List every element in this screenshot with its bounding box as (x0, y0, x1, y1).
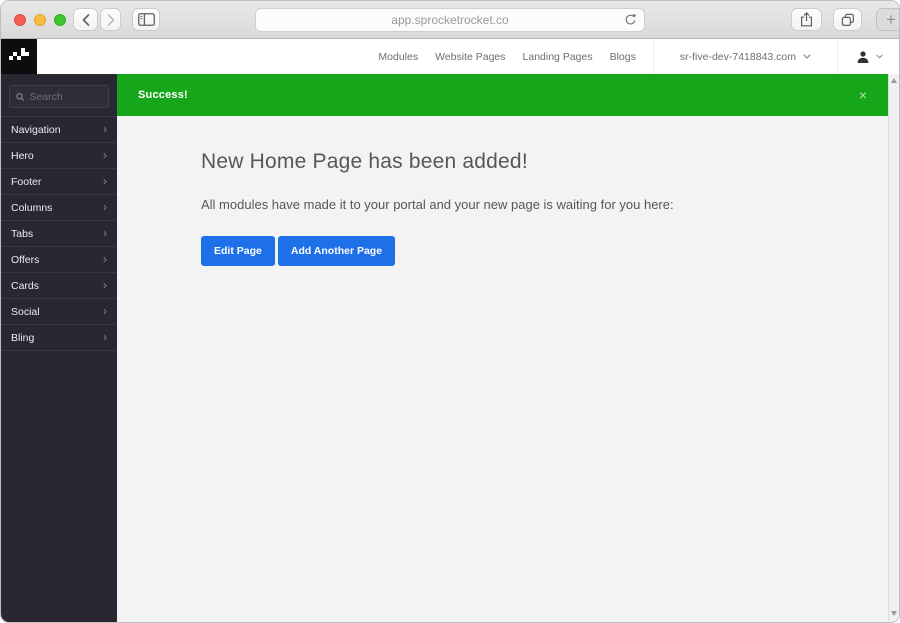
action-buttons: Edit Page Add Another Page (201, 236, 848, 266)
sidebar-item-columns[interactable]: Columns › (1, 195, 117, 221)
chevron-right-icon: › (103, 226, 107, 240)
sidebar-item-navigation[interactable]: Navigation › (1, 117, 117, 143)
search-icon (16, 92, 25, 101)
sidebar-panel-icon (137, 13, 155, 26)
sidebar-search[interactable] (9, 85, 109, 108)
sidebar-item-social[interactable]: Social › (1, 299, 117, 325)
page-title: New Home Page has been added! (201, 150, 528, 173)
tabs-icon (841, 13, 854, 26)
browser-chrome: app.sprocketrocket.co + (1, 1, 899, 39)
app-topbar: Modules Website Pages Landing Pages Blog… (1, 39, 899, 74)
share-icon (801, 12, 812, 27)
forward-button[interactable] (100, 8, 121, 31)
success-message: Success! (138, 89, 188, 101)
module-sidebar: Navigation › Hero › Footer › Columns › T… (1, 74, 117, 622)
sidebar-item-offers[interactable]: Offers › (1, 247, 117, 273)
nav-link-landing-pages[interactable]: Landing Pages (523, 51, 593, 63)
scrollbar[interactable] (888, 74, 899, 622)
sidebar-item-cards[interactable]: Cards › (1, 273, 117, 299)
minimize-window-button[interactable] (34, 14, 46, 26)
chevron-left-icon (82, 13, 89, 26)
chevron-right-icon: › (103, 330, 107, 344)
close-icon[interactable]: × (859, 88, 867, 102)
back-button[interactable] (73, 8, 98, 31)
module-category-list: Navigation › Hero › Footer › Columns › T… (1, 116, 117, 351)
chevron-down-icon (803, 54, 811, 59)
search-input[interactable] (29, 90, 102, 103)
url-field[interactable]: app.sprocketrocket.co (255, 8, 645, 32)
topbar-nav: Modules Website Pages Landing Pages Blog… (378, 39, 652, 74)
page-content: New Home Page has been added! All module… (117, 116, 888, 266)
success-banner: Success! × (117, 74, 888, 116)
user-icon (857, 50, 869, 63)
url-text: app.sprocketrocket.co (391, 13, 509, 27)
domain-label: sr-five-dev-7418843.com (679, 50, 796, 63)
add-another-page-button[interactable]: Add Another Page (277, 236, 396, 266)
chevron-right-icon: › (103, 304, 107, 318)
chevron-right-icon: › (103, 174, 107, 188)
sidebar-item-tabs[interactable]: Tabs › (1, 221, 117, 247)
main-area: Success! × New Home Page has been added!… (117, 74, 899, 622)
page-description: All modules have made it to your portal … (201, 197, 674, 212)
close-window-button[interactable] (14, 14, 26, 26)
zoom-window-button[interactable] (54, 14, 66, 26)
account-menu[interactable] (838, 39, 899, 74)
domain-dropdown[interactable]: sr-five-dev-7418843.com (652, 39, 838, 74)
share-button[interactable] (791, 8, 822, 31)
chevron-right-icon: › (103, 278, 107, 292)
scroll-down-arrow[interactable] (891, 611, 897, 616)
sidebar-item-hero[interactable]: Hero › (1, 143, 117, 169)
chevron-right-icon: › (103, 200, 107, 214)
scroll-up-arrow[interactable] (891, 78, 897, 83)
sidebar-toggle-button[interactable] (132, 8, 160, 31)
new-tab-button[interactable]: + (876, 8, 899, 31)
nav-link-modules[interactable]: Modules (378, 51, 418, 63)
reload-icon[interactable] (624, 13, 637, 30)
traffic-lights (14, 14, 66, 26)
chevron-right-icon (107, 13, 114, 26)
browser-window: app.sprocketrocket.co + Modules Website … (0, 0, 900, 623)
show-tabs-button[interactable] (833, 8, 862, 31)
logo-pixel-icon (9, 48, 29, 60)
plus-icon: + (886, 9, 896, 29)
sidebar-item-bling[interactable]: Bling › (1, 325, 117, 351)
sprocketrocket-logo[interactable] (1, 39, 37, 74)
app-body: Navigation › Hero › Footer › Columns › T… (1, 74, 899, 622)
edit-page-button[interactable]: Edit Page (201, 236, 275, 266)
chevron-down-icon (876, 54, 883, 59)
chevron-right-icon: › (103, 252, 107, 266)
chevron-right-icon: › (103, 148, 107, 162)
chevron-right-icon: › (103, 122, 107, 136)
nav-link-blogs[interactable]: Blogs (610, 51, 636, 63)
nav-link-website-pages[interactable]: Website Pages (435, 51, 505, 63)
sidebar-item-footer[interactable]: Footer › (1, 169, 117, 195)
